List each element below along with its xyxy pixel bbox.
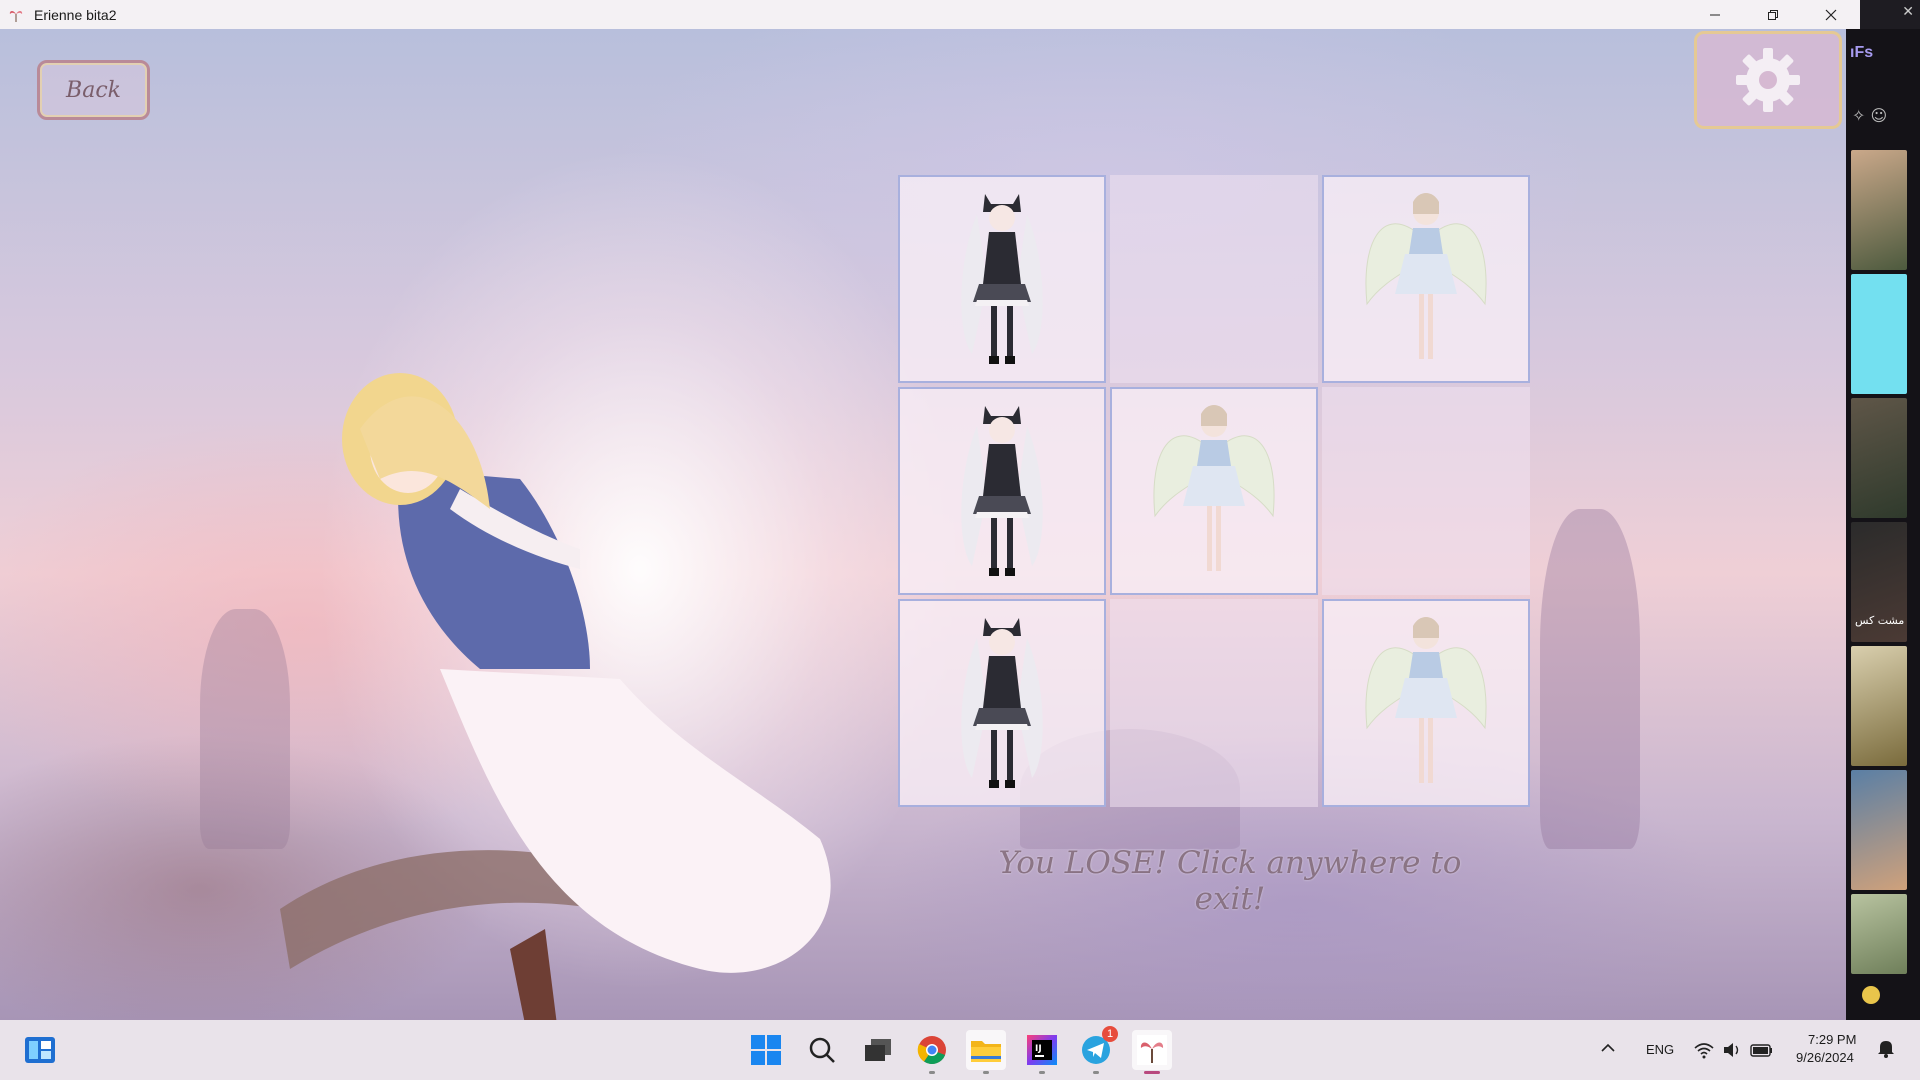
network-volume-battery-group[interactable] (1694, 1038, 1780, 1062)
board-cell-4[interactable] (898, 387, 1106, 595)
tic-tac-toe-board (898, 175, 1530, 807)
cat-girl-piece-icon (961, 618, 1043, 788)
ruin-tower-right (1540, 509, 1640, 849)
notification-badge: 1 (1102, 1026, 1118, 1042)
close-icon (1825, 9, 1837, 20)
running-indicator (929, 1071, 935, 1074)
app-icon (9, 10, 23, 22)
wifi-icon (1694, 1043, 1714, 1059)
close-button[interactable] (1802, 0, 1860, 29)
game-canvas[interactable]: Back You LOSE! Click anywhere to exit! (0, 29, 1846, 1020)
battery-icon (1750, 1044, 1772, 1057)
clock-date[interactable]: 9/26/2024 (1796, 1050, 1854, 1065)
telegram-button[interactable]: 1 (1076, 1026, 1118, 1074)
gif-caption: یه مشت کس (1855, 614, 1907, 627)
game-app-button[interactable] (1132, 1030, 1172, 1074)
board-cell-7[interactable] (898, 599, 1106, 807)
emoji-icon[interactable] (1862, 986, 1880, 1004)
board-cell-6[interactable] (1322, 387, 1530, 595)
folder-icon (971, 1041, 1001, 1062)
board-cell-3[interactable] (1322, 175, 1530, 383)
cat-girl-piece-icon (961, 406, 1043, 576)
heroine-illustration (280, 373, 831, 1020)
gif-thumbnail[interactable] (1851, 398, 1907, 518)
language-indicator[interactable]: ENG (1646, 1042, 1674, 1057)
window-title: Erienne bita2 (34, 6, 117, 23)
chrome-button[interactable] (912, 1030, 952, 1074)
search-icon (809, 1037, 835, 1063)
show-hidden-icons-button[interactable] (1600, 1040, 1620, 1060)
side-panel-label: ıFs (1850, 44, 1874, 61)
restore-button[interactable] (1744, 0, 1802, 29)
gif-thumbnail[interactable] (1851, 150, 1907, 270)
chrome-icon (917, 1036, 946, 1065)
running-indicator (983, 1071, 989, 1074)
taskbar: IJ 1 ENG 7:29 PM 9/26/2024 (0, 1020, 1920, 1080)
back-button[interactable]: Back (37, 60, 150, 120)
minimize-icon (1710, 14, 1720, 15)
cat-girl-piece-icon (961, 194, 1043, 364)
angel-piece-icon (1365, 617, 1487, 783)
running-indicator (1093, 1071, 1099, 1074)
notification-bell-icon (1878, 1041, 1894, 1058)
board-cell-5[interactable] (1110, 387, 1318, 595)
gif-thumbnail[interactable] (1851, 770, 1907, 890)
gif-thumbnail[interactable] (1851, 894, 1907, 974)
widgets-button[interactable] (20, 1030, 60, 1070)
minimize-button[interactable] (1686, 0, 1744, 29)
start-button[interactable] (746, 1030, 786, 1070)
back-button-label: Back (66, 77, 121, 103)
chevron-up-icon (1601, 1043, 1615, 1052)
task-view-icon (865, 1039, 891, 1061)
search-button[interactable] (802, 1030, 842, 1070)
board-cell-8[interactable] (1110, 599, 1318, 807)
restore-icon (1768, 9, 1778, 20)
notifications-button[interactable] (1876, 1038, 1898, 1060)
jetbrains-button[interactable]: IJ (1022, 1030, 1062, 1074)
gif-thumbnail[interactable] (1851, 646, 1907, 766)
app-icon (1137, 1035, 1167, 1065)
title-bar: Erienne bita2 (0, 0, 1860, 29)
angel-piece-icon (1365, 193, 1487, 359)
side-toolbar-icons: ✧ ☺ (1852, 106, 1888, 125)
file-explorer-button[interactable] (966, 1030, 1006, 1074)
running-indicator (1039, 1071, 1045, 1074)
task-view-button[interactable] (858, 1030, 898, 1070)
svg-text:IJ: IJ (1035, 1044, 1042, 1054)
board-cell-1[interactable] (898, 175, 1106, 383)
widgets-icon (25, 1037, 55, 1063)
board-cell-2[interactable] (1110, 175, 1318, 383)
gif-thumbnail[interactable]: یه مشت کس (1851, 522, 1907, 642)
active-indicator (1144, 1071, 1160, 1074)
volume-icon (1724, 1043, 1739, 1057)
side-window-titlebar: ✕ (1860, 0, 1920, 29)
result-message: You LOSE! Click anywhere to exit! (998, 845, 1462, 917)
angel-piece-icon (1153, 405, 1275, 571)
clock-time[interactable]: 7:29 PM (1808, 1032, 1856, 1047)
settings-button[interactable] (1694, 31, 1842, 129)
board-cell-9[interactable] (1322, 599, 1530, 807)
side-close-icon[interactable]: ✕ (1902, 4, 1914, 20)
intellij-icon: IJ (1027, 1035, 1057, 1065)
gif-thumbnail[interactable] (1851, 274, 1907, 394)
gear-icon (1736, 48, 1800, 112)
windows-logo-icon (751, 1035, 781, 1065)
